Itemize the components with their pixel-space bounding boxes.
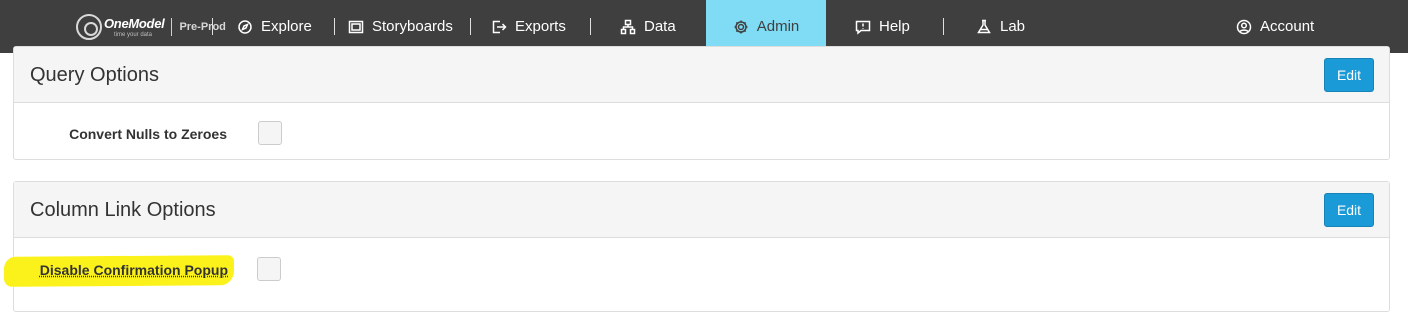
disable-confirmation-checkbox[interactable] [257,257,281,281]
nav-divider [334,18,335,35]
nav-admin-label: Admin [756,18,800,35]
convert-nulls-checkbox[interactable] [258,121,282,145]
nav-divider [943,18,944,35]
query-options-panel: Query Options Edit Convert Nulls to Zero… [13,46,1390,160]
panel-title: Query Options [30,64,159,86]
logo-divider [171,18,173,36]
storyboard-icon [348,20,364,33]
nav-storyboards-label: Storyboards [372,18,453,35]
environment-label: Pre-Prod [179,21,226,33]
onemodel-logo[interactable]: OneModel time your data Pre-Prod [76,12,226,42]
compass-icon [238,19,252,34]
flask-icon [977,19,991,33]
nav-explore-label: Explore [261,18,312,35]
panel-header: Query Options Edit [14,47,1389,103]
panel-header: Column Link Options Edit [14,182,1389,238]
logo-tagline: time your data [114,31,153,38]
panel-title: Column Link Options [30,199,216,221]
logo-mark-icon [76,14,102,40]
edit-button[interactable]: Edit [1324,58,1374,92]
user-icon [1236,19,1252,34]
data-tree-icon [620,19,636,34]
nav-divider [470,18,471,35]
export-icon [492,20,507,33]
nav-lab-label: Lab [1000,18,1026,35]
column-link-options-panel: Column Link Options Edit [13,181,1390,312]
nav-divider [212,18,213,35]
option-label: Disable Confirmation Popup [39,262,228,278]
option-label: Convert Nulls to Zeroes [69,126,227,142]
nav-help-label: Help [879,18,910,35]
nav-divider [590,18,591,35]
nav-data-label: Data [644,18,676,35]
logo-name: OneModel [104,15,165,31]
gear-icon [734,20,748,33]
edit-button[interactable]: Edit [1324,193,1374,227]
option-row: Convert Nulls to Zeroes [14,119,1389,149]
option-row: Disable Confirmation Popup [13,255,1390,285]
help-bubble-icon [855,20,871,35]
nav-account-label: Account [1260,18,1315,35]
nav-exports-label: Exports [515,18,566,35]
